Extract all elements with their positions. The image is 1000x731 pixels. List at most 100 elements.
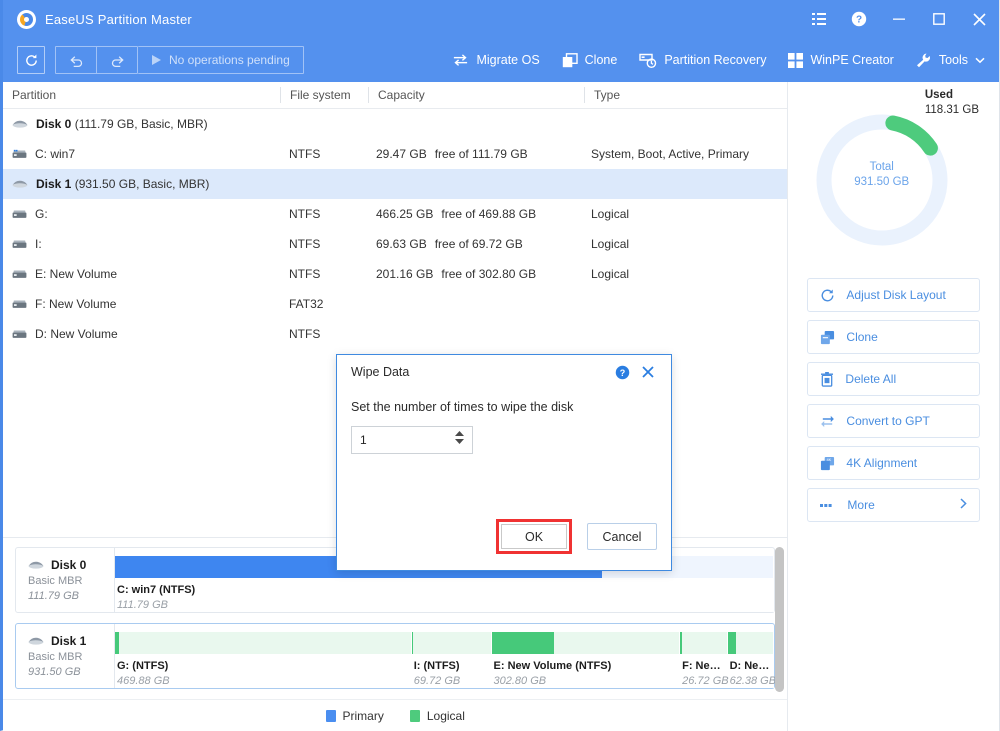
clone-icon <box>820 330 835 345</box>
maximize-icon[interactable] <box>919 0 959 38</box>
wipe-data-dialog: Wipe Data ? Set the number of times <box>336 354 672 571</box>
disk-usage-chart: Used 118.31 GB Total 931.50 GB <box>788 82 999 278</box>
partition-file-system: NTFS <box>280 147 367 161</box>
toolbar-winpe-creator[interactable]: WinPE Creator <box>788 53 893 68</box>
wipe-count-label: Set the number of times to wipe the disk <box>351 400 657 414</box>
partition-capacity: 29.47 GBfree of 111.79 GB <box>367 147 582 161</box>
partition-row[interactable]: E: New VolumeNTFS201.16 GBfree of 302.80… <box>3 259 787 289</box>
partition-used-fill <box>680 632 682 654</box>
partition-row-label: I: <box>3 237 280 251</box>
partition-map-label: G: (NTFS) <box>115 660 411 672</box>
dialog-body: Set the number of times to wipe the disk <box>337 389 671 454</box>
column-header-file-system: File system <box>280 87 368 103</box>
refresh-icon[interactable] <box>17 46 45 74</box>
volume-icon <box>12 239 27 250</box>
dialog-close-icon[interactable] <box>635 359 661 385</box>
partition-map-size: 26.72 GB <box>680 675 726 687</box>
partition-file-system: NTFS <box>280 207 367 221</box>
disk-map-partition[interactable]: D: New V...62.38 GB <box>728 632 775 688</box>
apply-operations-group[interactable]: No operations pending <box>138 46 304 74</box>
legend-label-logical: Logical <box>427 709 465 723</box>
partition-row[interactable]: I:NTFS69.63 GBfree of 69.72 GBLogical <box>3 229 787 259</box>
partition-row[interactable]: F: New VolumeFAT32 <box>3 289 787 319</box>
dialog-help-icon[interactable]: ? <box>609 359 635 385</box>
partition-map-label: D: New V... <box>728 660 774 672</box>
toolbar-winpe-creator-label: WinPE Creator <box>810 53 893 67</box>
sidebar-action-delete-all[interactable]: Delete All <box>807 362 980 396</box>
menu-icon[interactable] <box>799 0 839 38</box>
partition-row[interactable]: C: win7NTFS29.47 GBfree of 111.79 GBSyst… <box>3 139 787 169</box>
partition-row-label: E: New Volume <box>3 267 280 281</box>
pending-operations[interactable]: No operations pending <box>138 47 303 73</box>
minimize-icon[interactable] <box>879 0 919 38</box>
toolbar-partition-recovery[interactable]: Partition Recovery <box>639 53 766 68</box>
partition-row[interactable]: G:NTFS466.25 GBfree of 469.88 GBLogical <box>3 199 787 229</box>
partition-file-system: NTFS <box>280 327 367 341</box>
sidebar-action-label: More <box>847 498 874 512</box>
sidebar-action-clone[interactable]: Clone <box>807 320 980 354</box>
partition-list: Partition File system Capacity Type Disk… <box>3 82 787 537</box>
toolbar-migrate-os[interactable]: Migrate OS <box>452 53 539 67</box>
disk-map-partition[interactable]: E: New Volume (NTFS) 302.80 GB <box>492 632 681 688</box>
disk-map-partition[interactable]: F: New V...26.72 GB <box>680 632 727 688</box>
dialog-header: Wipe Data ? <box>337 355 671 389</box>
wipe-count-input[interactable] <box>352 428 448 452</box>
redo-icon[interactable] <box>97 47 137 73</box>
close-icon[interactable] <box>959 0 999 38</box>
legend-label-primary: Primary <box>343 709 384 723</box>
toolbar-clone[interactable]: Clone <box>562 53 618 68</box>
partition-file-system: NTFS <box>280 237 367 251</box>
partition-capacity: 466.25 GBfree of 469.88 GB <box>367 207 582 221</box>
partition-map-size: 69.72 GB <box>412 675 491 687</box>
app-title: EaseUS Partition Master <box>45 12 192 27</box>
partition-used-fill <box>412 632 413 654</box>
sidebar-actions: Adjust Disk Layout Clone Delete All Convert… <box>788 278 999 530</box>
disk-icon <box>12 119 28 130</box>
disk-map-scrollbar[interactable] <box>775 547 784 692</box>
winpe-creator-icon <box>788 53 803 68</box>
legend-item-logical: Logical <box>410 709 465 723</box>
sidebar-action-more[interactable]: More <box>807 488 980 522</box>
disk-map-name: Disk 0 <box>28 558 114 572</box>
help-icon[interactable]: ? <box>839 0 879 38</box>
sidebar-action-convert-to-gpt[interactable]: Convert to GPT <box>807 404 980 438</box>
volume-icon-system <box>12 149 27 160</box>
sidebar-action-4k-alignment[interactable]: 4K4K Alignment <box>807 446 980 480</box>
cancel-button[interactable]: Cancel <box>587 523 657 550</box>
convert-icon <box>820 414 835 429</box>
alignment-icon: 4K <box>820 456 835 471</box>
partition-row[interactable]: D: New VolumeNTFS <box>3 319 787 349</box>
easeus-logo-icon <box>17 10 36 29</box>
volume-icon <box>12 209 27 220</box>
legend-swatch-primary <box>326 710 336 722</box>
svg-text:4K: 4K <box>827 457 832 462</box>
legend-swatch-logical <box>410 710 420 722</box>
partition-map-label: C: win7 (NTFS) <box>115 584 773 596</box>
undo-icon[interactable] <box>56 47 97 73</box>
stepper-arrows-icon[interactable] <box>455 431 464 444</box>
partition-map-size: 302.80 GB <box>492 675 680 687</box>
toolbar-tools[interactable]: Tools <box>916 53 985 68</box>
disk-row[interactable]: Disk 0 (111.79 GB, Basic, MBR) <box>3 109 787 139</box>
partition-table-header: Partition File system Capacity Type <box>3 82 787 109</box>
ok-button[interactable]: OK <box>501 524 567 549</box>
disk-map-size: 111.79 GB <box>28 590 114 602</box>
partition-capacity: 201.16 GBfree of 302.80 GB <box>367 267 582 281</box>
sidebar-action-adjust-disk-layout[interactable]: Adjust Disk Layout <box>807 278 980 312</box>
disk-map-card[interactable]: Disk 1Basic MBR931.50 GBG: (NTFS)469.88 … <box>15 623 775 689</box>
content-area: Partition File system Capacity Type Disk… <box>3 82 999 731</box>
partition-map-label: E: New Volume (NTFS) <box>492 660 680 672</box>
disk-map-partition[interactable]: G: (NTFS)469.88 GB <box>115 632 412 688</box>
total-value: 931.50 GB <box>788 175 975 190</box>
disk-map-scroll-thumb[interactable] <box>775 547 784 692</box>
play-icon <box>151 54 162 66</box>
disk-map-partition[interactable]: I: (NTFS)69.72 GB <box>412 632 492 688</box>
column-header-capacity: Capacity <box>368 87 584 103</box>
volume-icon <box>12 299 27 310</box>
wipe-count-stepper[interactable] <box>351 426 473 454</box>
sidebar-action-label: Delete All <box>845 372 896 386</box>
disk-row[interactable]: Disk 1 (931.50 GB, Basic, MBR) <box>3 169 787 199</box>
main-toolbar: No operations pending Migrate OS Clone <box>3 38 999 82</box>
disk-row-label: Disk 1 (931.50 GB, Basic, MBR) <box>3 177 280 191</box>
partition-used-fill <box>115 632 119 654</box>
